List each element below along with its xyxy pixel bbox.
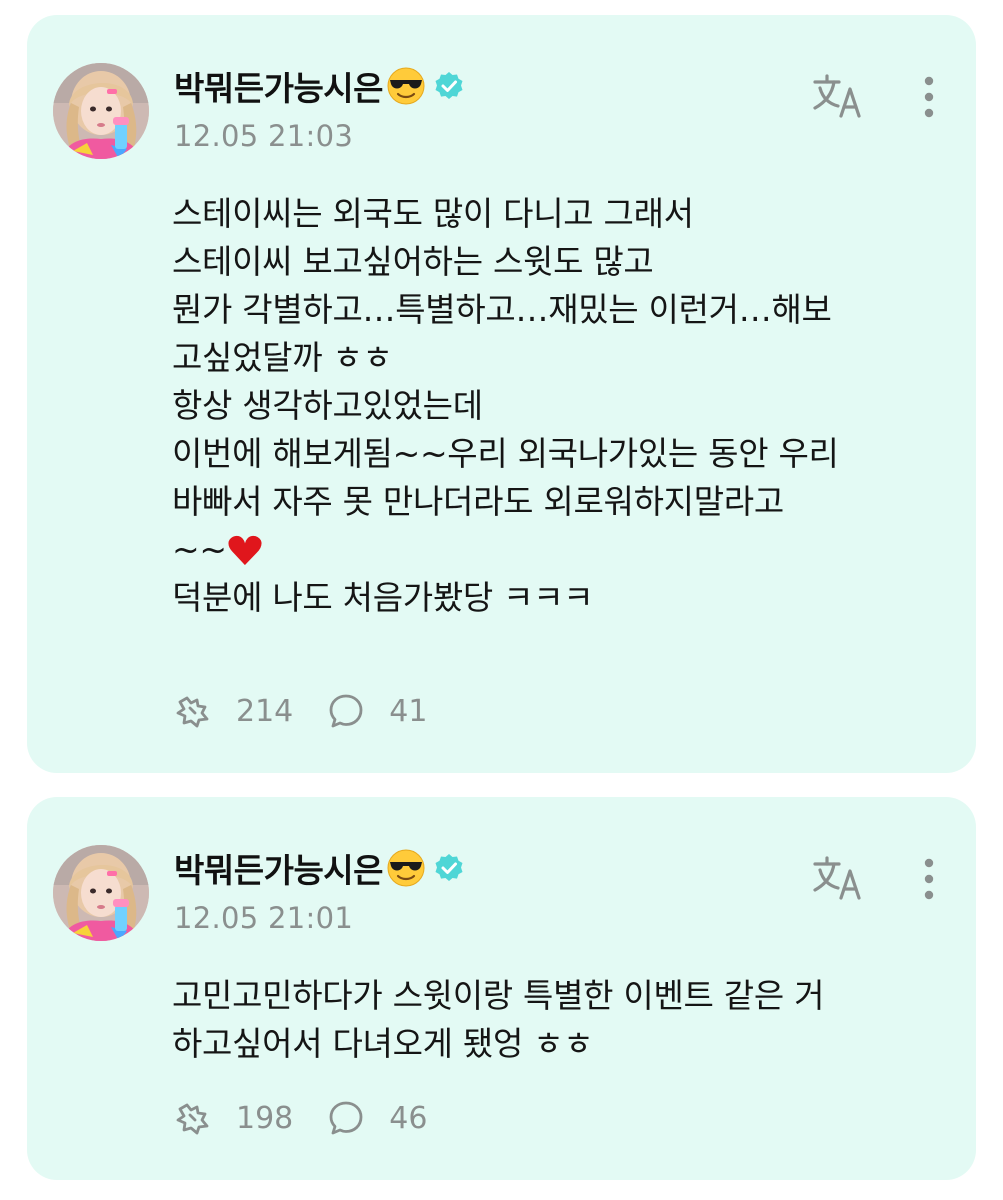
avatar[interactable] — [53, 845, 149, 941]
post-line: 스테이씨 보고싶어하는 스윗도 많고 — [172, 242, 654, 281]
post-stats: 198 46 — [174, 1096, 427, 1140]
sunglasses-emoji-icon — [385, 847, 427, 889]
post-line: 바빠서 자주 못 만나더라도 외로워하지말라고 — [172, 482, 784, 521]
post-body: 고민고민하다가 스윗이랑 특별한 이벤트 같은 거 하고싶어서 다녀오게 됐엉 … — [172, 972, 942, 1068]
cheer-hand-icon — [174, 1099, 212, 1137]
post-timestamp: 12.05 21:03 — [174, 119, 354, 153]
more-options-icon[interactable] — [915, 855, 943, 903]
author-name[interactable]: 박뭐든가능시은 — [174, 62, 384, 110]
post-line: 이번에 해보게됨~~우리 외국나가있는 동안 우리 — [172, 434, 839, 473]
post-body: 스테이씨는 외국도 많이 다니고 그래서 스테이씨 보고싶어하는 스윗도 많고 … — [172, 190, 942, 622]
comment-count: 41 — [389, 693, 428, 729]
post-line-text: ~~ — [172, 530, 227, 569]
post-line: 고민고민하다가 스윗이랑 특별한 이벤트 같은 거 — [172, 976, 825, 1015]
comment-bubble-icon — [327, 1099, 365, 1137]
post-line: 하고싶어서 다녀오게 됐엉 ㅎㅎ — [172, 1024, 594, 1063]
post-author[interactable]: 박뭐든가능시은 — [174, 845, 465, 891]
comment-count: 46 — [389, 1100, 428, 1136]
avatar[interactable] — [53, 63, 149, 159]
post-line: 고싶었달까 ㅎㅎ — [172, 338, 393, 377]
verified-badge-icon — [433, 70, 465, 102]
post-line: 덕분에 나도 처음가봤당 ㅋㅋㅋ — [172, 578, 594, 617]
post-timestamp: 12.05 21:01 — [174, 901, 354, 935]
post-line: 스테이씨는 외국도 많이 다니고 그래서 — [172, 194, 694, 233]
author-name[interactable]: 박뭐든가능시은 — [174, 844, 384, 892]
post-author[interactable]: 박뭐든가능시은 — [174, 63, 465, 109]
comment-button[interactable]: 46 — [327, 1099, 427, 1137]
post-stats: 214 41 — [174, 689, 427, 733]
heart-emoji-icon: ♥ — [224, 529, 265, 575]
more-options-icon[interactable] — [915, 73, 943, 121]
like-button[interactable]: 214 — [174, 692, 293, 730]
post-line-with-heart: ~~♥ — [172, 526, 942, 574]
like-count: 198 — [236, 1100, 294, 1136]
post-line: 뭔가 각별하고…특별하고…재밌는 이런거…해보 — [172, 290, 832, 329]
translate-icon[interactable] — [812, 73, 866, 119]
post-card[interactable]: 박뭐든가능시은 12.05 21:01 고민고민하다가 스윗이랑 특별한 이벤트… — [27, 797, 976, 1180]
verified-badge-icon — [433, 852, 465, 884]
translate-icon[interactable] — [812, 855, 866, 901]
comment-button[interactable]: 41 — [327, 692, 427, 730]
comment-bubble-icon — [327, 692, 365, 730]
sunglasses-emoji-icon — [385, 65, 427, 107]
post-line: 항상 생각하고있었는데 — [172, 386, 483, 425]
like-count: 214 — [236, 693, 294, 729]
like-button[interactable]: 198 — [174, 1099, 293, 1137]
cheer-hand-icon — [174, 692, 212, 730]
post-card[interactable]: 박뭐든가능시은 12.05 21:03 스테이씨는 외국도 많이 다니고 그래서… — [27, 15, 976, 773]
